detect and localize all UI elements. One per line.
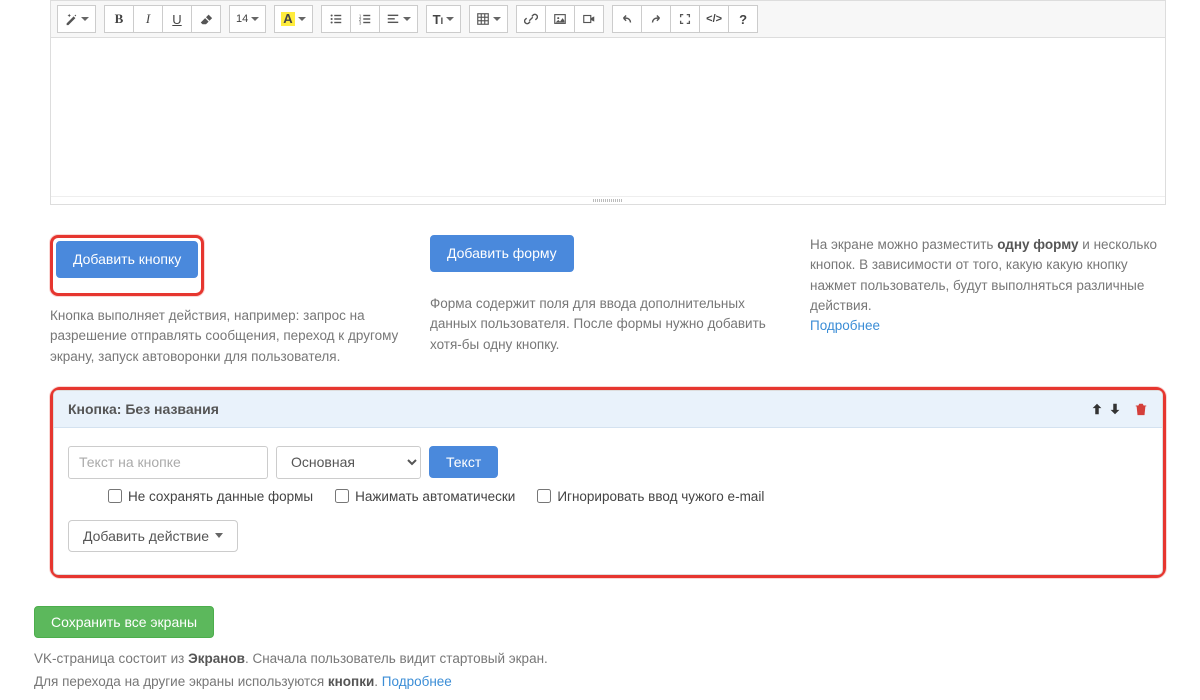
resize-handle[interactable] [51,196,1165,204]
move-up-button[interactable] [1090,402,1104,416]
help-button[interactable]: ? [728,5,758,33]
ul-button[interactable] [321,5,351,33]
add-action-dropdown[interactable]: Добавить действие [68,520,238,552]
info-text-bold: одну форму [997,237,1078,252]
add-form-desc: Форма содержит поля для ввода дополнител… [430,294,786,355]
actions-row: Добавить кнопку Кнопка выполняет действи… [50,235,1166,367]
video-icon [582,12,596,26]
info-text-pre: На экране можно разместить [810,237,997,252]
italic-button[interactable]: I [133,5,163,33]
undo-icon [620,12,634,26]
paragraph-style-button[interactable]: TI [426,5,461,33]
arrow-down-icon [1108,402,1122,416]
button-block-header: Кнопка: Без названия [54,391,1162,428]
footer-help: VK-страница состоит из Экранов. Сначала … [34,648,1166,694]
add-button-col: Добавить кнопку Кнопка выполняет действи… [50,235,406,367]
eraser-icon [199,12,213,26]
list-ul-icon [329,12,343,26]
footer-more-link[interactable]: Подробнее [382,674,452,689]
save-all-button[interactable]: Сохранить все экраны [34,606,214,638]
chevron-down-icon [251,17,259,21]
underline-button[interactable]: U [162,5,192,33]
arrow-up-icon [1090,402,1104,416]
underline-icon: U [172,12,181,27]
picture-icon [553,12,567,26]
editor-toolbar: B I U 14 A 123 TI [51,0,1165,38]
list-ol-icon: 123 [358,12,372,26]
trash-icon [1134,402,1148,416]
info-more-link[interactable]: Подробнее [810,318,880,333]
link-icon [524,12,538,26]
editor-panel: B I U 14 A 123 TI [50,0,1166,205]
move-down-button[interactable] [1108,402,1122,416]
ol-button[interactable]: 123 [350,5,380,33]
italic-icon: I [146,11,150,27]
button-title-prefix: Кнопка: [68,401,125,417]
help-icon: ? [739,12,747,27]
chevron-down-icon [215,533,223,538]
font-size-button[interactable]: 14 [229,5,266,33]
button-block-body: Основная Текст Не сохранять данные формы… [54,428,1162,574]
add-button-highlight: Добавить кнопку [50,235,204,296]
delete-button[interactable] [1134,402,1148,416]
align-button[interactable] [379,5,418,33]
video-button[interactable] [574,5,604,33]
align-icon [386,12,400,26]
clear-format-button[interactable] [191,5,221,33]
nosave-checkbox-label[interactable]: Не сохранять данные формы [108,489,313,504]
editor-textarea[interactable] [51,38,1165,196]
codeview-button[interactable]: </> [699,5,729,33]
chevron-down-icon [446,17,454,21]
add-form-button[interactable]: Добавить форму [430,235,574,272]
picture-button[interactable] [545,5,575,33]
link-button[interactable] [516,5,546,33]
font-color-icon: A [281,12,294,26]
bold-icon: B [115,11,124,27]
add-form-col: Добавить форму Форма содержит поля для в… [430,235,786,367]
font-size-label: 14 [236,13,248,25]
ignoreemail-checkbox-label[interactable]: Игнорировать ввод чужого e-mail [537,489,764,504]
button-block-highlight: Кнопка: Без названия Основная Текст Не с… [50,387,1166,578]
code-icon: </> [706,13,722,25]
info-col: На экране можно разместить одну форму и … [810,235,1166,367]
text-button[interactable]: Текст [429,446,498,478]
button-block: Кнопка: Без названия Основная Текст Не с… [53,390,1163,575]
fullscreen-icon [678,12,692,26]
table-button[interactable] [469,5,508,33]
button-text-input[interactable] [68,446,268,479]
magic-button[interactable] [57,5,96,33]
chevron-down-icon [298,17,306,21]
autoclick-checkbox[interactable] [335,489,349,503]
chevron-down-icon [493,17,501,21]
redo-icon [649,12,663,26]
paragraph-icon: TI [433,12,443,27]
redo-button[interactable] [641,5,671,33]
ignoreemail-checkbox[interactable] [537,489,551,503]
undo-button[interactable] [612,5,642,33]
fullscreen-button[interactable] [670,5,700,33]
chevron-down-icon [81,17,89,21]
svg-text:3: 3 [359,20,362,25]
button-title-name: Без названия [125,401,219,417]
nosave-checkbox[interactable] [108,489,122,503]
chevron-down-icon [403,17,411,21]
autoclick-checkbox-label[interactable]: Нажимать автоматически [335,489,515,504]
add-button-desc: Кнопка выполняет действия, например: зап… [50,306,406,367]
button-style-select[interactable]: Основная [276,446,421,479]
bold-button[interactable]: B [104,5,134,33]
add-button-button[interactable]: Добавить кнопку [56,241,198,278]
table-icon [476,12,490,26]
magic-wand-icon [64,12,78,26]
font-color-button[interactable]: A [274,5,312,33]
